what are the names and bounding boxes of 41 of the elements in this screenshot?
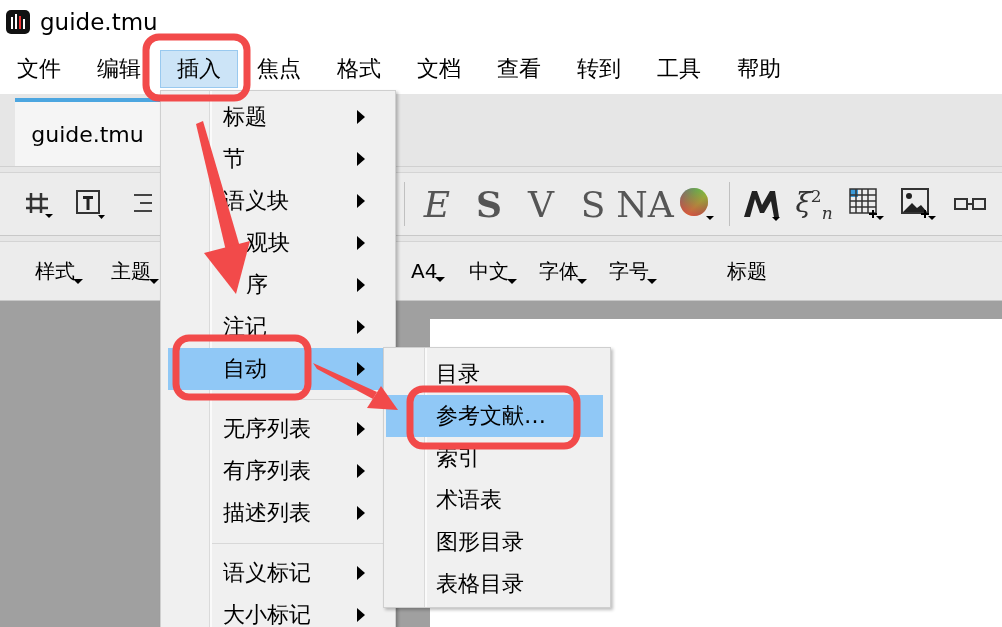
dropdown-caret-icon	[577, 278, 588, 284]
color-wheel-icon	[679, 187, 715, 221]
menu-item[interactable]: 编辑	[80, 50, 158, 88]
menu-item[interactable]: 工具	[640, 50, 718, 88]
menu-item[interactable]: 查看	[480, 50, 558, 88]
font-style-button[interactable]: S	[463, 182, 515, 226]
format-dropdown[interactable]: 字体	[539, 257, 588, 285]
window-title: guide.tmu	[40, 9, 158, 35]
format-dropdown[interactable]: A4	[411, 259, 446, 283]
link-icon	[954, 198, 986, 210]
menu-entry[interactable]: 节	[168, 138, 395, 180]
menu-item[interactable]: 文件	[0, 50, 78, 88]
menu-item[interactable]: 文档	[400, 50, 478, 88]
menu-entry[interactable]: 索引	[386, 437, 603, 479]
menu-entry[interactable]: 观块	[168, 222, 395, 264]
dropdown-caret-icon	[647, 278, 658, 284]
insert-table-icon	[848, 187, 884, 221]
menu-entry[interactable]: 参考文献…	[386, 395, 603, 437]
font-style-button[interactable]: E	[411, 182, 463, 226]
menu-item[interactable]: 焦点	[240, 50, 318, 88]
menu-entry[interactable]: 标题	[168, 96, 395, 138]
format-dropdown[interactable]: 标题	[727, 257, 776, 285]
menu-entry[interactable]: 术语表	[386, 479, 603, 521]
menu-item[interactable]: 格式	[320, 50, 398, 88]
menu-item[interactable]: 插入	[160, 50, 238, 88]
menu-entry[interactable]: 图形目录	[386, 521, 603, 563]
dropdown-caret-icon	[435, 277, 446, 282]
dropdown-caret-icon	[73, 278, 83, 284]
text-frame-icon	[74, 188, 106, 220]
format-dropdown[interactable]: 字号	[609, 257, 658, 285]
menu-entry[interactable]: 序	[168, 264, 395, 306]
menu-item[interactable]: 帮助	[720, 50, 798, 88]
font-style-button[interactable]: V	[515, 182, 567, 226]
document-tab[interactable]: guide.tmu	[15, 98, 160, 166]
font-style-button[interactable]: S	[567, 182, 619, 226]
menu-item[interactable]: 转到	[560, 50, 638, 88]
format-dropdown[interactable]: 中文	[469, 257, 518, 285]
dropdown-caret-icon	[507, 278, 518, 284]
app-logo-icon	[6, 10, 30, 34]
format-dropdown[interactable]: 样式	[35, 257, 83, 285]
insert-image-icon	[900, 187, 936, 221]
